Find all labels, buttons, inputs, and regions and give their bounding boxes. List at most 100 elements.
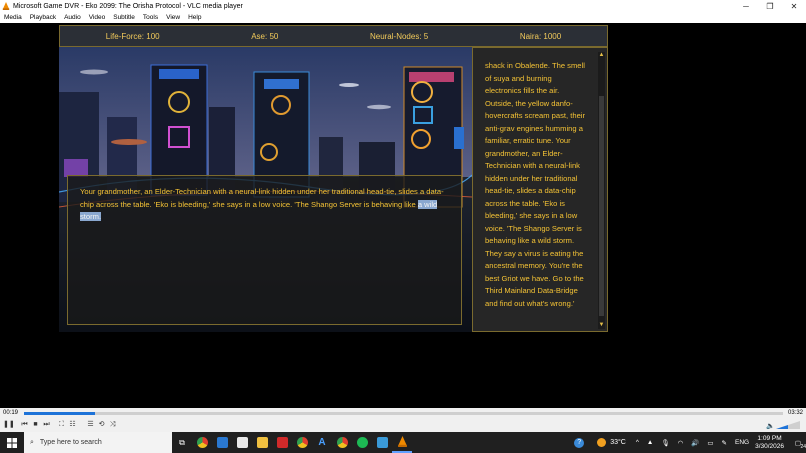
clock-date: 3/30/2026 (755, 442, 784, 450)
side-panel-scrollbar[interactable]: ▲ ▼ (598, 52, 605, 329)
vlc-tray-icon[interactable]: ▲ (647, 439, 653, 446)
chrome-profile-button[interactable] (292, 432, 312, 453)
minimize-icon: ─ (743, 1, 749, 11)
search-icon: ⌕ (30, 438, 34, 446)
help-button[interactable]: ? (569, 432, 589, 453)
spotify-button[interactable] (352, 432, 372, 453)
playlist-button[interactable]: ☰ (86, 420, 95, 429)
maximize-icon: ❐ (766, 1, 774, 11)
playlist-icon: ☰ (87, 421, 94, 428)
story-text: shack in Obalende. The smell of suya and… (485, 61, 586, 308)
vlc-cone-icon (2, 2, 10, 10)
menu-tools[interactable]: Tools (139, 14, 162, 21)
task-view-icon: ⧉ (179, 437, 185, 447)
notification-center-button[interactable]: ▢ 24 (790, 432, 806, 453)
task-view-button[interactable]: ⧉ (172, 432, 192, 453)
volume-slider[interactable]: 🔈 (766, 421, 800, 429)
menu-view[interactable]: View (162, 14, 184, 21)
speaker-tray-icon[interactable]: 🔊 (691, 439, 699, 447)
neural-nodes-stat: Neural-Nodes: 5 (369, 31, 429, 41)
chrome-icon-3 (336, 437, 348, 448)
total-time: 03:32 (787, 410, 803, 416)
windows-taskbar: ⌕ Type here to search ⧉ A ? 33°C ^ ▲ 🎙 ◠… (0, 432, 806, 453)
file-explorer-button[interactable] (252, 432, 272, 453)
pen-icon[interactable]: ✎ (722, 439, 727, 447)
fullscreen-button[interactable]: ⛶ (57, 420, 66, 429)
store-icon (236, 437, 248, 448)
extended-settings-button[interactable]: ☷ (68, 420, 77, 429)
close-button[interactable]: ✕ (782, 0, 806, 12)
equalizer-icon: ☷ (69, 421, 76, 428)
scroll-down-icon[interactable]: ▼ (598, 322, 605, 329)
speaker-icon: 🔈 (766, 422, 775, 429)
shuffle-button[interactable]: ⤨ (108, 420, 117, 429)
pause-icon: ❚❚ (3, 421, 15, 428)
notes-icon (376, 437, 388, 448)
menu-media[interactable]: Media (0, 14, 26, 21)
help-icon: ? (574, 437, 585, 448)
chrome-profile-button-2[interactable] (332, 432, 352, 453)
scroll-up-icon[interactable]: ▲ (598, 52, 605, 59)
system-tray: ? 33°C ^ ▲ 🎙 ◠ 🔊 ▭ ✎ ENG 1:09 PM 3/30/20… (569, 432, 806, 453)
menu-subtitle[interactable]: Subtitle (109, 14, 139, 21)
microphone-icon[interactable]: 🎙 (661, 439, 669, 447)
minimize-button[interactable]: ─ (734, 0, 758, 12)
start-button[interactable] (0, 432, 24, 453)
folder-icon (256, 437, 268, 448)
vlc-taskbar-button[interactable] (392, 432, 412, 453)
menu-audio[interactable]: Audio (60, 14, 85, 21)
sun-icon (597, 438, 607, 447)
language-indicator[interactable]: ENG (735, 439, 749, 446)
stop-button[interactable]: ■ (31, 420, 40, 429)
app-a-button[interactable]: A (312, 432, 332, 453)
seek-bar[interactable] (24, 412, 783, 415)
clock[interactable]: 1:09 PM 3/30/2026 (755, 435, 784, 451)
window-title: Microsoft Game DVR - Eko 2099: The Orish… (13, 2, 243, 10)
dialog-text: Your grandmother, an Elder-Technician wi… (80, 186, 452, 224)
loop-icon: ⟲ (98, 421, 105, 428)
loop-button[interactable]: ⟲ (97, 420, 106, 429)
story-side-panel: shack in Obalende. The smell of suya and… (472, 47, 608, 332)
close-icon: ✕ (790, 1, 798, 11)
temperature: 33°C (610, 439, 626, 446)
pause-button[interactable]: ❚❚ (3, 420, 15, 429)
battery-icon[interactable]: ▭ (707, 439, 713, 447)
fullscreen-icon: ⛶ (59, 421, 64, 428)
dialog-box: Your grandmother, an Elder-Technician wi… (67, 175, 462, 325)
store-taskbar-button[interactable] (232, 432, 252, 453)
next-icon: ⏭ (43, 421, 50, 428)
spotify-icon (356, 437, 368, 448)
wifi-icon[interactable]: ◠ (678, 439, 684, 447)
chrome-taskbar-button[interactable] (192, 432, 212, 453)
player-controls: 00:19 03:32 ❚❚ ⏮ ■ ⏭ ⛶ ☷ ☰ ⟲ ⤨ 🔈 (0, 408, 806, 432)
chevron-up-icon[interactable]: ^ (636, 439, 639, 446)
stop-icon: ■ (33, 421, 38, 428)
ase-stat: Ase: 50 (251, 31, 279, 41)
letter-a-icon: A (318, 437, 326, 448)
search-placeholder: Type here to search (39, 439, 102, 446)
wps-taskbar-button[interactable] (272, 432, 292, 453)
previous-button[interactable]: ⏮ (20, 420, 29, 429)
scroll-thumb[interactable] (599, 96, 604, 316)
notification-count: 24 (800, 444, 806, 450)
mail-icon (216, 437, 228, 448)
mail-taskbar-button[interactable] (212, 432, 232, 453)
vlc-taskbar-icon (397, 436, 407, 447)
seek-progress (24, 412, 96, 415)
menu-video[interactable]: Video (85, 14, 110, 21)
wps-icon (276, 437, 288, 448)
dialog-text-main: Your grandmother, an Elder-Technician wi… (80, 187, 444, 209)
chrome-icon (196, 437, 208, 448)
menu-bar: Media Playback Audio Video Subtitle Tool… (0, 12, 806, 23)
naira-stat: Naira: 1000 (519, 31, 562, 41)
menu-playback[interactable]: Playback (26, 14, 60, 21)
previous-icon: ⏮ (21, 421, 28, 428)
game-hud: Life-Force: 100 Ase: 50 Neural-Nodes: 5 … (59, 25, 608, 47)
weather-widget[interactable]: 33°C (597, 438, 626, 447)
next-button[interactable]: ⏭ (42, 420, 51, 429)
maximize-button[interactable]: ❐ (758, 0, 782, 12)
taskbar-search[interactable]: ⌕ Type here to search (24, 432, 172, 453)
notes-button[interactable] (372, 432, 392, 453)
menu-help[interactable]: Help (184, 14, 205, 21)
window-titlebar: Microsoft Game DVR - Eko 2099: The Orish… (0, 0, 806, 12)
